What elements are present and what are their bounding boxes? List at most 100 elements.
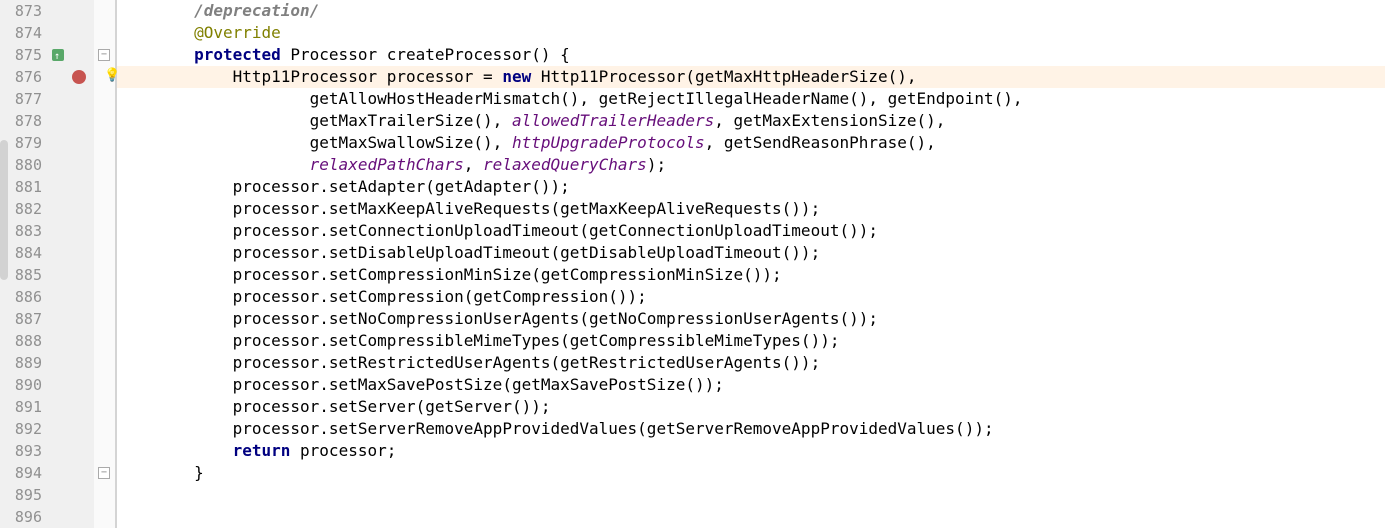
fold-cell[interactable] [94,506,115,528]
marker-cell[interactable] [48,484,94,506]
fold-cell[interactable] [94,440,115,462]
code-token: processor.setDisableUploadTimeout(getDis… [233,243,821,262]
marker-cell[interactable] [48,110,94,132]
line-number: 887 [0,308,48,330]
fold-cell[interactable] [94,286,115,308]
marker-cell[interactable] [48,418,94,440]
override-method-icon[interactable] [52,49,64,61]
line-number: 893 [0,440,48,462]
fold-column[interactable]: − 💡 − [94,0,116,528]
line-number: 875 [0,44,48,66]
line-number: 892 [0,418,48,440]
marker-cell[interactable] [48,352,94,374]
code-line[interactable]: return processor; [117,440,1385,462]
code-editor[interactable]: 8738748758768778788798808818828838848858… [0,0,1385,528]
marker-column[interactable] [48,0,94,528]
fold-cell[interactable] [94,242,115,264]
marker-cell[interactable] [48,132,94,154]
code-line[interactable] [117,506,1385,528]
code-line[interactable] [117,484,1385,506]
fold-cell[interactable] [94,220,115,242]
marker-cell[interactable] [48,330,94,352]
marker-cell[interactable] [48,0,94,22]
fold-cell[interactable] [94,308,115,330]
code-line[interactable]: processor.setAdapter(getAdapter()); [117,176,1385,198]
code-line[interactable]: processor.setCompressibleMimeTypes(getCo… [117,330,1385,352]
marker-cell[interactable] [48,374,94,396]
intention-bulb-icon[interactable]: 💡 [104,69,118,83]
marker-cell[interactable] [48,462,94,484]
fold-cell[interactable] [94,418,115,440]
fold-cell[interactable] [94,176,115,198]
marker-cell[interactable] [48,242,94,264]
code-area[interactable]: /deprecation/ @Override protected Proces… [117,0,1385,528]
fold-cell[interactable] [94,374,115,396]
fold-cell[interactable] [94,154,115,176]
marker-cell[interactable] [48,506,94,528]
marker-cell[interactable] [48,308,94,330]
code-token: Processor createProcessor() { [290,45,569,64]
marker-cell[interactable] [48,220,94,242]
code-line[interactable]: processor.setDisableUploadTimeout(getDis… [117,242,1385,264]
code-line[interactable]: processor.setMaxSavePostSize(getMaxSaveP… [117,374,1385,396]
vertical-scrollbar[interactable] [0,140,8,280]
fold-cell[interactable] [94,484,115,506]
code-line[interactable]: getMaxSwallowSize(), httpUpgradeProtocol… [117,132,1385,154]
fold-cell[interactable] [94,0,115,22]
marker-cell[interactable] [48,22,94,44]
fold-cell[interactable]: − [94,44,115,66]
fold-close-icon[interactable]: − [98,467,110,479]
marker-cell[interactable] [48,440,94,462]
code-line[interactable]: Http11Processor processor = new Http11Pr… [117,66,1385,88]
code-token: new [502,67,541,86]
fold-open-icon[interactable]: − [98,49,110,61]
fold-cell[interactable] [94,264,115,286]
code-line[interactable]: } [117,462,1385,484]
code-line[interactable]: processor.setRestrictedUserAgents(getRes… [117,352,1385,374]
code-line[interactable]: processor.setServerRemoveAppProvidedValu… [117,418,1385,440]
fold-cell[interactable] [94,352,115,374]
marker-cell[interactable] [48,286,94,308]
gutter: 8738748758768778788798808818828838848858… [0,0,117,528]
line-number: 876 [0,66,48,88]
fold-cell[interactable] [94,22,115,44]
marker-cell[interactable] [48,264,94,286]
marker-cell[interactable] [48,176,94,198]
marker-cell[interactable] [48,154,94,176]
code-line[interactable]: processor.setConnectionUploadTimeout(get… [117,220,1385,242]
code-line[interactable]: protected Processor createProcessor() { [117,44,1385,66]
code-line[interactable]: processor.setServer(getServer()); [117,396,1385,418]
code-line[interactable]: relaxedPathChars, relaxedQueryChars); [117,154,1385,176]
fold-cell[interactable] [94,110,115,132]
marker-cell[interactable] [48,66,94,88]
code-token: processor.setServerRemoveAppProvidedValu… [233,419,994,438]
marker-cell[interactable] [48,88,94,110]
code-line[interactable]: processor.setCompression(getCompression(… [117,286,1385,308]
code-token: getAllowHostHeaderMismatch(), getRejectI… [310,89,1023,108]
code-token: processor.setMaxKeepAliveRequests(getMax… [233,199,821,218]
marker-cell[interactable] [48,44,94,66]
fold-cell[interactable] [94,198,115,220]
code-token: /deprecation/ [194,1,319,20]
code-line[interactable]: /deprecation/ [117,0,1385,22]
code-token: relaxedQueryChars [483,155,647,174]
fold-cell[interactable] [94,88,115,110]
fold-cell[interactable]: 💡 [94,66,115,88]
fold-cell[interactable] [94,330,115,352]
marker-cell[interactable] [48,198,94,220]
line-number: 874 [0,22,48,44]
code-token: , getSendReasonPhrase(), [705,133,936,152]
fold-cell[interactable]: − [94,462,115,484]
code-line[interactable]: processor.setCompressionMinSize(getCompr… [117,264,1385,286]
code-token: getMaxSwallowSize(), [310,133,512,152]
breakpoint-icon[interactable] [72,70,86,84]
code-line[interactable]: processor.setNoCompressionUserAgents(get… [117,308,1385,330]
code-line[interactable]: getMaxTrailerSize(), allowedTrailerHeade… [117,110,1385,132]
code-token: httpUpgradeProtocols [512,133,705,152]
code-line[interactable]: @Override [117,22,1385,44]
fold-cell[interactable] [94,132,115,154]
marker-cell[interactable] [48,396,94,418]
fold-cell[interactable] [94,396,115,418]
code-line[interactable]: processor.setMaxKeepAliveRequests(getMax… [117,198,1385,220]
code-line[interactable]: getAllowHostHeaderMismatch(), getRejectI… [117,88,1385,110]
